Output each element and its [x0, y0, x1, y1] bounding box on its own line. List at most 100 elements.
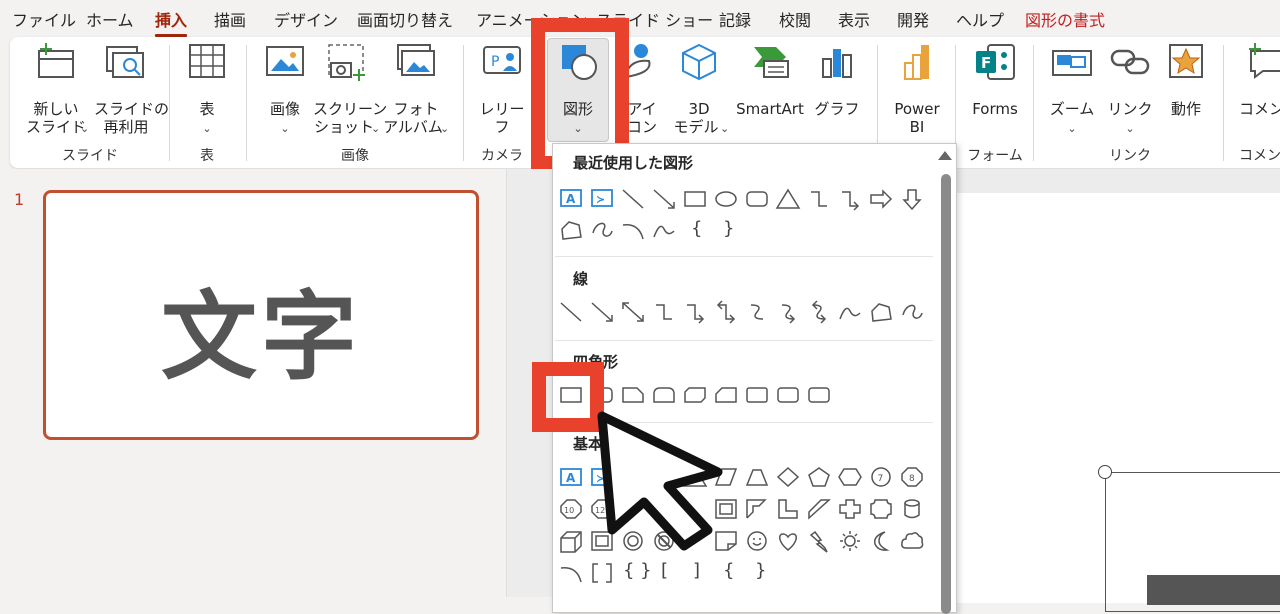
- smartart-button[interactable]: SmartArt: [732, 43, 808, 143]
- tab-help[interactable]: ヘルプ: [956, 7, 1004, 31]
- curved-double-arrow-connector-icon[interactable]: [807, 300, 833, 324]
- arc-shape-icon[interactable]: [559, 562, 585, 584]
- rectangle-shape-icon[interactable]: [683, 188, 709, 210]
- tab-review[interactable]: 校閲: [779, 7, 811, 31]
- triangle-shape-icon[interactable]: [775, 188, 802, 210]
- arrow-line-shape-icon[interactable]: [590, 301, 616, 323]
- heart-shape-icon[interactable]: [776, 530, 802, 552]
- curve-shape-icon[interactable]: [838, 301, 864, 323]
- screenshot-button[interactable]: スクリーン ショット ⌄: [313, 43, 387, 143]
- round-same-side-rectangle-icon[interactable]: [776, 384, 802, 406]
- rounded-rectangle-shape-icon[interactable]: [745, 188, 771, 210]
- moon-shape-icon[interactable]: [869, 530, 895, 552]
- down-arrow-shape-icon[interactable]: [900, 188, 926, 211]
- round-corner-rectangle-icon[interactable]: [745, 384, 771, 406]
- left-brace-shape-icon[interactable]: {: [691, 218, 702, 239]
- tab-transitions[interactable]: 画面切り替え: [357, 7, 453, 31]
- slide-thumbnail[interactable]: 文字: [43, 190, 479, 440]
- can-shape-icon[interactable]: [900, 498, 926, 520]
- scroll-up-icon[interactable]: [937, 150, 953, 162]
- tab-shape-format[interactable]: 図形の書式: [1025, 7, 1105, 31]
- diamond-shape-icon[interactable]: [776, 466, 802, 488]
- elbow-double-arrow-connector-icon[interactable]: [714, 300, 740, 324]
- chart-button[interactable]: グラフ: [812, 43, 862, 143]
- diagonal-stripe-shape-icon[interactable]: [807, 498, 833, 520]
- right-brace-shape-icon[interactable]: }: [755, 560, 766, 581]
- shape-fill-block[interactable]: [1147, 575, 1280, 605]
- right-bracket-shape-icon[interactable]: ]: [693, 560, 700, 581]
- heptagon-shape-icon[interactable]: 7: [869, 466, 895, 488]
- cloud-shape-icon[interactable]: [900, 530, 926, 552]
- plaque-shape-icon[interactable]: [869, 498, 895, 520]
- cube-shape-icon[interactable]: [559, 530, 585, 553]
- double-bracket-shape-icon[interactable]: [590, 562, 616, 584]
- forms-button[interactable]: F Forms: [964, 43, 1026, 143]
- round-diagonal-rectangle-icon[interactable]: [807, 384, 833, 406]
- half-frame-shape-icon[interactable]: [745, 498, 771, 520]
- double-arrow-line-icon[interactable]: [621, 301, 647, 323]
- reuse-slide-button[interactable]: スライドの 再利用: [94, 43, 169, 143]
- tab-design[interactable]: デザイン: [274, 7, 338, 31]
- elbow-connector-icon[interactable]: [807, 188, 833, 210]
- line-shape-icon[interactable]: [559, 301, 585, 323]
- left-brace-shape-icon[interactable]: {: [723, 560, 734, 581]
- vertical-textbox-icon[interactable]: ≻: [590, 188, 616, 208]
- octagon-shape-icon[interactable]: 8: [900, 466, 926, 488]
- hexagon-shape-icon[interactable]: [838, 466, 864, 488]
- double-brace-shape-icon[interactable]: { }: [623, 560, 652, 581]
- textbox-icon[interactable]: A: [559, 188, 585, 208]
- right-brace-shape-icon[interactable]: }: [723, 218, 734, 239]
- arrow-line-shape-icon[interactable]: [652, 188, 678, 210]
- right-arrow-shape-icon[interactable]: [869, 188, 895, 210]
- elbow-arrow-connector-icon[interactable]: [838, 188, 864, 211]
- cross-shape-icon[interactable]: [838, 498, 864, 520]
- smiley-face-shape-icon[interactable]: [745, 530, 771, 552]
- comment-button[interactable]: コメント: [1235, 43, 1280, 143]
- tab-insert[interactable]: 挿入: [155, 7, 188, 37]
- snip-diagonal-rectangle-icon[interactable]: [683, 384, 709, 406]
- tab-record[interactable]: 記録: [719, 7, 751, 31]
- scribble-shape-icon[interactable]: [900, 301, 926, 323]
- power-bi-button[interactable]: Power BI: [888, 43, 946, 143]
- decagon-shape-icon[interactable]: 10: [559, 498, 585, 520]
- chevron-down-icon: ⌄: [202, 122, 212, 135]
- tab-home[interactable]: ホーム: [86, 7, 134, 31]
- arc-shape-icon[interactable]: [621, 219, 647, 241]
- scrollbar-thumb[interactable]: [941, 174, 951, 614]
- cameo-icon: P: [483, 46, 521, 74]
- elbow-connector-icon[interactable]: [652, 301, 678, 323]
- photo-album-button[interactable]: フォト アルバム ⌄: [382, 43, 450, 143]
- curved-connector-icon[interactable]: [745, 301, 771, 323]
- new-slide-button[interactable]: 新しい スライド ⌄: [24, 43, 89, 143]
- scribble-shape-icon[interactable]: [590, 219, 616, 241]
- link-button[interactable]: リンク ⌄: [1102, 43, 1158, 143]
- freeform-shape-icon[interactable]: [869, 301, 895, 323]
- snip-round-rectangle-icon[interactable]: [714, 384, 740, 406]
- curved-arrow-connector-icon[interactable]: [776, 301, 802, 324]
- tab-developer[interactable]: 開発: [897, 7, 929, 31]
- lightning-bolt-shape-icon[interactable]: [807, 530, 833, 553]
- sun-shape-icon[interactable]: [838, 530, 864, 552]
- freeform-shape-icon[interactable]: [559, 219, 585, 241]
- left-bracket-shape-icon[interactable]: [: [661, 560, 668, 581]
- action-button[interactable]: 動作: [1160, 43, 1212, 143]
- tab-draw[interactable]: 描画: [214, 7, 246, 31]
- zoom-button[interactable]: ズーム ⌄: [1044, 43, 1100, 143]
- snip-corner-rectangle-icon[interactable]: [621, 384, 647, 406]
- resize-handle[interactable]: [1098, 465, 1112, 479]
- tab-view[interactable]: 表示: [838, 7, 870, 31]
- oval-shape-icon[interactable]: [714, 188, 740, 210]
- pentagon-shape-icon[interactable]: [807, 466, 833, 488]
- elbow-arrow-connector-icon[interactable]: [683, 301, 709, 324]
- l-shape-icon[interactable]: [776, 498, 802, 520]
- table-button[interactable]: 表 ⌄: [182, 43, 232, 143]
- 3d-model-button[interactable]: 3D モデル ⌄: [666, 43, 732, 143]
- textbox-icon[interactable]: A: [559, 467, 585, 487]
- curve-shape-icon[interactable]: [652, 219, 678, 241]
- trapezoid-shape-icon[interactable]: [745, 466, 771, 488]
- line-shape-icon[interactable]: [621, 188, 647, 210]
- cameo-button[interactable]: P レリー フ: [477, 43, 527, 143]
- snip-same-side-rectangle-icon[interactable]: [652, 384, 678, 406]
- tab-file[interactable]: ファイル: [12, 7, 76, 31]
- image-button[interactable]: 画像 ⌄: [260, 43, 310, 143]
